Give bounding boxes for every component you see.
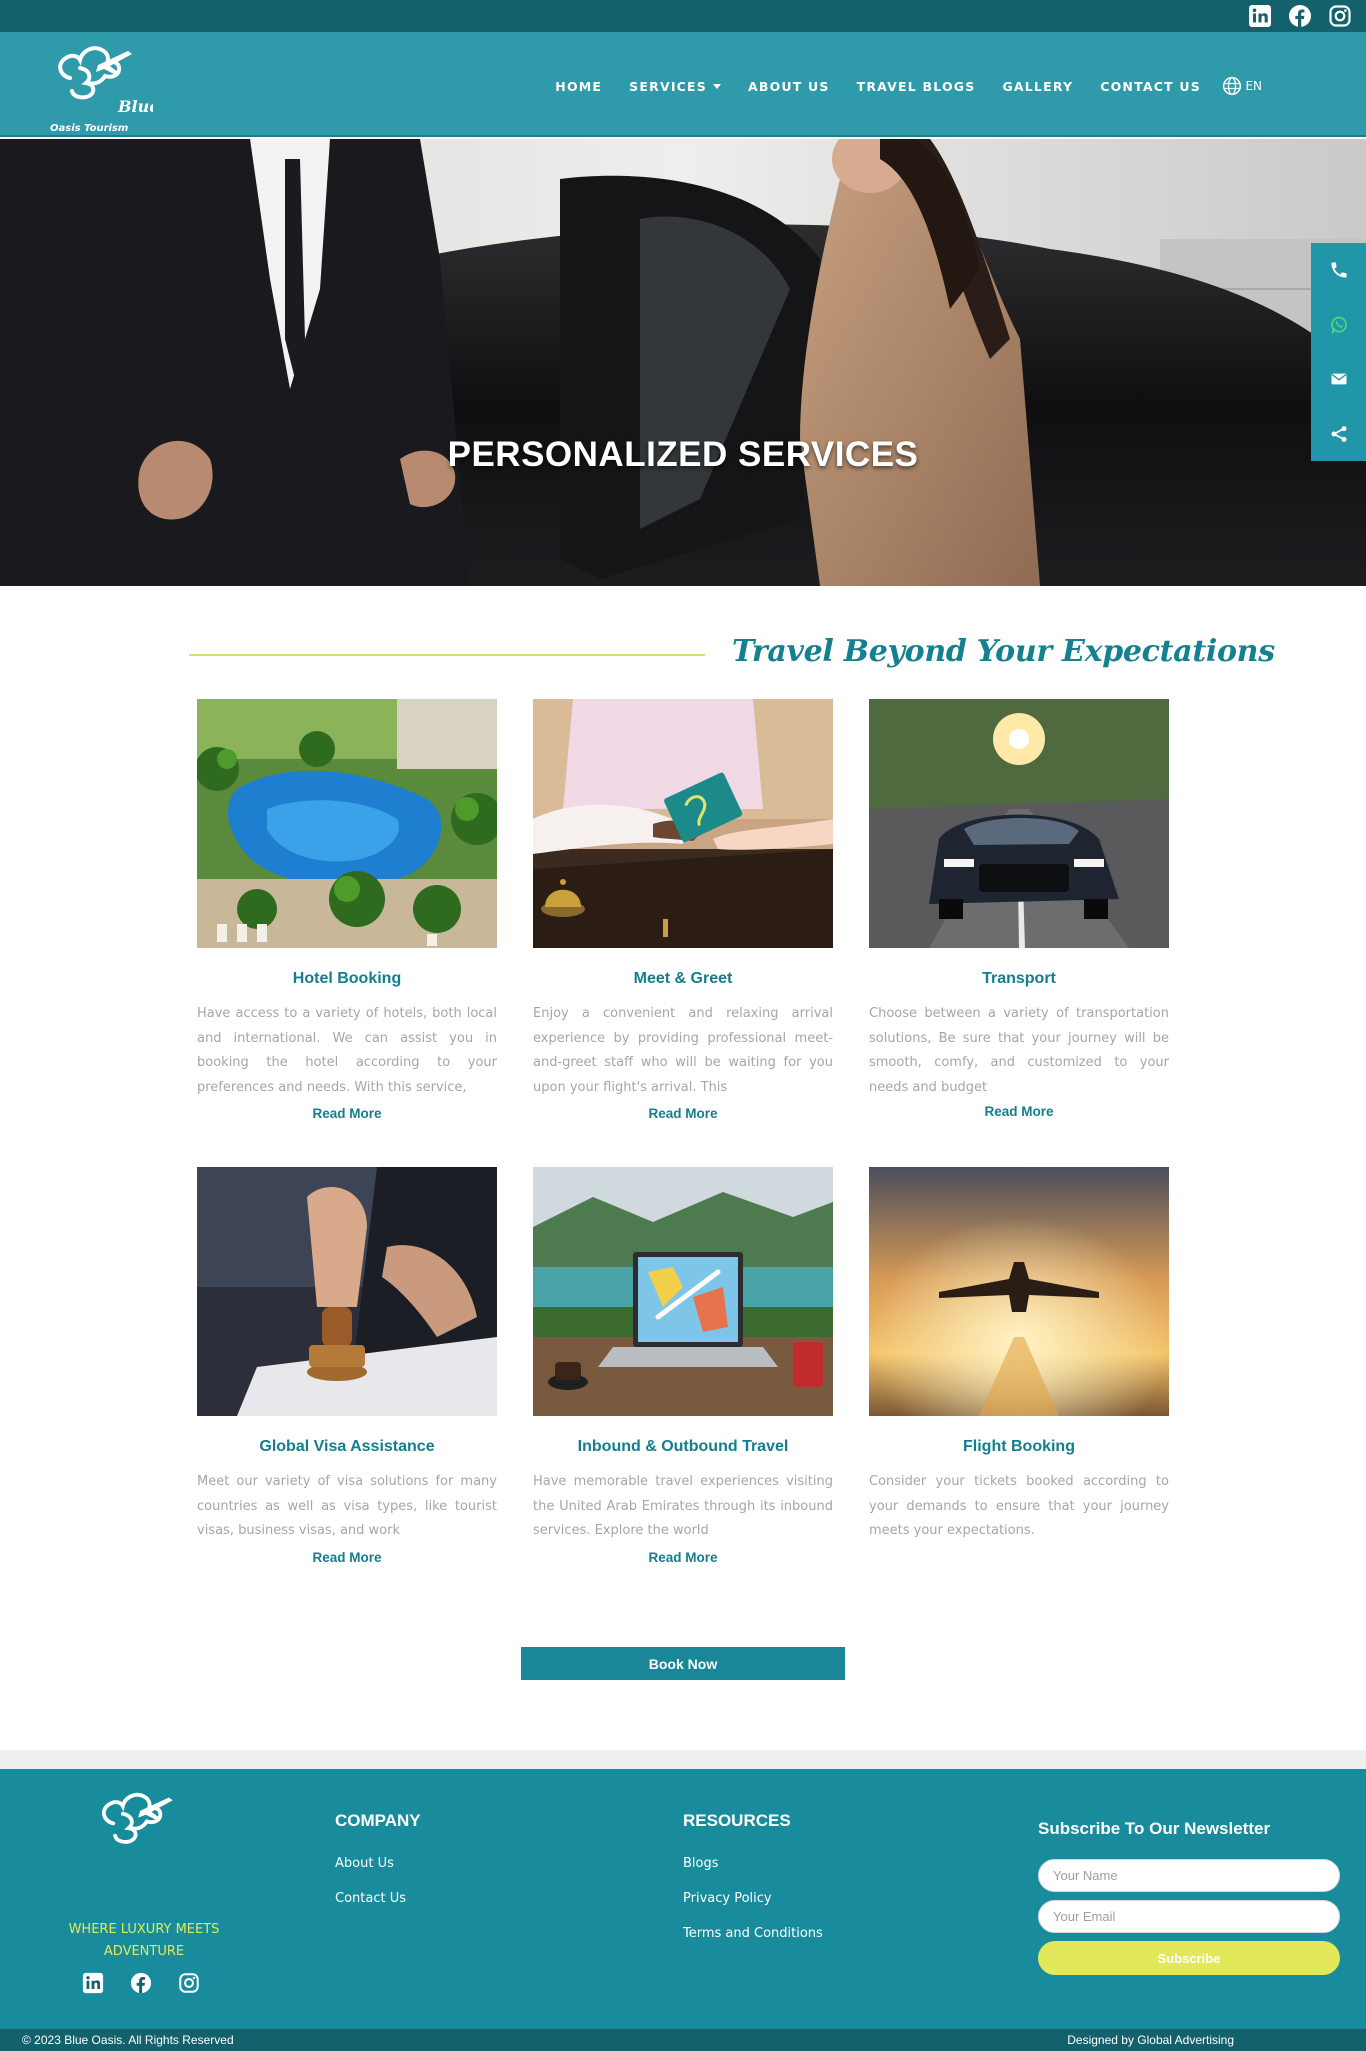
nav-gallery[interactable]: GALLERY xyxy=(989,79,1087,94)
hotel-pool-illustration xyxy=(197,699,497,948)
newsletter-heading: Subscribe To Our Newsletter xyxy=(1038,1819,1271,1838)
hero-banner: PERSONALIZED SERVICES xyxy=(0,139,1366,586)
footer-link-contact-us[interactable]: Contact Us xyxy=(335,1881,421,1916)
logo-mark: Blue Oasis Tourism xyxy=(50,38,159,134)
visa-stamp-image xyxy=(197,1167,497,1416)
flight-illustration xyxy=(869,1167,1169,1416)
site-logo[interactable]: Blue Oasis Tourism xyxy=(48,38,159,134)
newsletter-form: Subscribe To Our Newsletter Subscribe xyxy=(1038,1819,1340,1975)
travel-laptop-illustration xyxy=(533,1167,833,1416)
footer-link-blogs[interactable]: Blogs xyxy=(683,1846,823,1881)
copyright-text: © 2023 Blue Oasis. All Rights Reserved xyxy=(22,2033,234,2047)
logo-word-tourism: Oasis Tourism xyxy=(50,123,128,134)
service-description: Choose between a variety of transportati… xyxy=(869,1006,1169,1095)
subscribe-button[interactable]: Subscribe xyxy=(1038,1941,1340,1975)
service-card-flight-booking: Flight Booking Consider your tickets boo… xyxy=(869,1167,1169,1542)
visa-stamp-illustration xyxy=(197,1167,497,1416)
hero-title: PERSONALIZED SERVICES xyxy=(447,435,919,474)
top-social-bar xyxy=(0,0,1366,32)
service-title: Meet & Greet xyxy=(633,970,733,987)
facebook-icon[interactable] xyxy=(1288,4,1312,28)
service-title: Hotel Booking xyxy=(292,970,402,987)
service-description: Have access to a variety of hotels, both… xyxy=(197,1006,497,1095)
top-social-links xyxy=(1248,4,1352,28)
email-icon[interactable] xyxy=(1329,369,1349,389)
footer-social-links xyxy=(82,1972,200,1994)
meet-greet-illustration xyxy=(533,699,833,948)
service-description: Enjoy a convenient and relaxing arrival … xyxy=(533,1006,833,1095)
footer-logo-mark xyxy=(85,1785,200,1877)
nav-home[interactable]: HOME xyxy=(542,79,616,94)
designer-credit: Designed by Global Advertising xyxy=(1067,2033,1234,2047)
globe-icon xyxy=(1222,76,1242,96)
transport-car-image xyxy=(869,699,1169,948)
facebook-icon[interactable] xyxy=(130,1972,152,1994)
service-card-transport: Transport Choose between a variety of tr… xyxy=(869,699,1169,1119)
hero-image xyxy=(0,139,1366,586)
main-nav: HOME SERVICES ABOUT US TRAVEL BLOGS GALL… xyxy=(542,76,1262,96)
footer-company-heading: COMPANY xyxy=(335,1811,421,1830)
read-more-link[interactable]: Read More xyxy=(533,1106,833,1121)
hotel-pool-image xyxy=(197,699,497,948)
service-title: Inbound & Outbound Travel xyxy=(577,1438,789,1455)
service-title: Flight Booking xyxy=(963,1438,1075,1455)
service-card-meet-greet: Meet & Greet Enjoy a convenient and rela… xyxy=(533,699,833,1121)
nav-services[interactable]: SERVICES xyxy=(616,79,735,94)
instagram-icon[interactable] xyxy=(1328,4,1352,28)
share-icon[interactable] xyxy=(1329,424,1349,444)
service-card-hotel-booking: Hotel Booking Have access to a variety o… xyxy=(197,699,497,1121)
footer-resources: RESOURCES Blogs Privacy Policy Terms and… xyxy=(683,1811,823,1951)
footer-resources-heading: RESOURCES xyxy=(683,1811,791,1830)
footer-link-privacy-policy[interactable]: Privacy Policy xyxy=(683,1881,823,1916)
language-switcher[interactable]: EN xyxy=(1214,76,1262,96)
service-description: Consider your tickets booked according t… xyxy=(869,1474,1169,1538)
site-footer: WHERE LUXURY MEETS ADVENTURE COMPANY Abo… xyxy=(0,1769,1366,2029)
section-title: Travel Beyond Your Expectations xyxy=(732,634,1275,669)
nav-services-label: SERVICES xyxy=(629,78,707,94)
footer-link-about-us[interactable]: About Us xyxy=(335,1846,421,1881)
footer-link-terms[interactable]: Terms and Conditions xyxy=(683,1916,823,1951)
travel-laptop-image xyxy=(533,1167,833,1416)
newsletter-email-input[interactable] xyxy=(1038,1900,1340,1933)
footer-company: COMPANY About Us Contact Us xyxy=(335,1811,421,1916)
service-description: Meet our variety of visa solutions for m… xyxy=(197,1474,497,1538)
instagram-icon[interactable] xyxy=(178,1972,200,1994)
service-title: Transport xyxy=(982,970,1056,987)
contact-dock xyxy=(1311,243,1366,461)
read-more-link[interactable]: Read More xyxy=(869,1104,1169,1119)
service-card-inbound-outbound: Inbound & Outbound Travel Have memorable… xyxy=(533,1167,833,1565)
footer-logo[interactable] xyxy=(85,1785,200,1877)
nav-contact-us[interactable]: CONTACT US xyxy=(1087,79,1215,94)
footer-tagline: WHERE LUXURY MEETS ADVENTURE xyxy=(68,1922,220,1959)
nav-travel-blogs[interactable]: TRAVEL BLOGS xyxy=(843,79,989,94)
logo-word-blue: Blue xyxy=(117,97,153,116)
footer-separator xyxy=(0,1750,1366,1769)
section-divider xyxy=(189,654,705,656)
meet-greet-image xyxy=(533,699,833,948)
service-description: Have memorable travel experiences visiti… xyxy=(533,1474,833,1538)
linkedin-icon[interactable] xyxy=(1248,4,1272,28)
whatsapp-icon[interactable] xyxy=(1329,315,1349,335)
service-card-global-visa: Global Visa Assistance Meet our variety … xyxy=(197,1167,497,1565)
newsletter-name-input[interactable] xyxy=(1038,1859,1340,1892)
read-more-link[interactable]: Read More xyxy=(197,1106,497,1121)
nav-about-us[interactable]: ABOUT US xyxy=(734,79,843,94)
service-title: Global Visa Assistance xyxy=(259,1438,435,1455)
chevron-down-icon xyxy=(712,83,721,89)
phone-icon[interactable] xyxy=(1329,260,1349,280)
site-header: Blue Oasis Tourism HOME SERVICES ABOUT U… xyxy=(0,32,1366,137)
linkedin-icon[interactable] xyxy=(82,1972,104,1994)
book-now-button[interactable]: Book Now xyxy=(521,1647,845,1680)
transport-car-illustration xyxy=(869,699,1169,948)
flight-image xyxy=(869,1167,1169,1416)
read-more-link[interactable]: Read More xyxy=(533,1550,833,1565)
copyright-bar: © 2023 Blue Oasis. All Rights Reserved D… xyxy=(0,2029,1366,2051)
language-label: EN xyxy=(1245,79,1262,93)
read-more-link[interactable]: Read More xyxy=(197,1550,497,1565)
